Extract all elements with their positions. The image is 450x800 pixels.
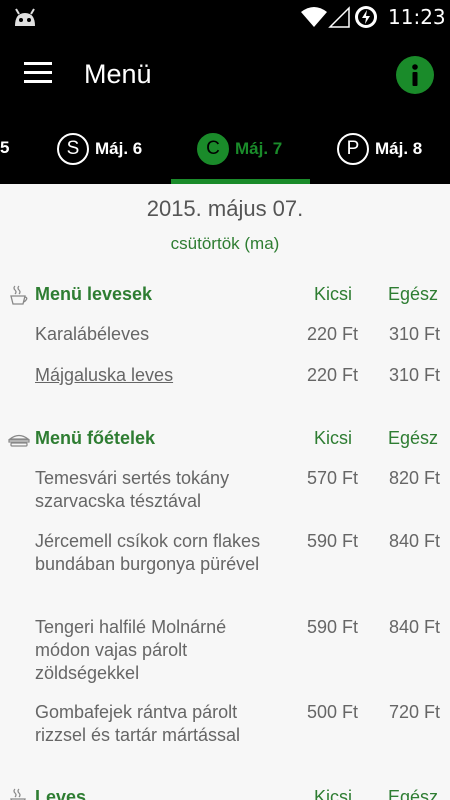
tab-day-letter: C (197, 133, 229, 165)
tab-label: Máj. 8 (375, 139, 423, 158)
battery-icon (355, 6, 377, 28)
item-price-small: 590 Ft (306, 617, 358, 637)
col-small-header: Kicsi (314, 428, 353, 448)
wifi-icon (301, 7, 327, 27)
tab-may-6[interactable]: S Máj. 6 (57, 132, 142, 166)
col-small-header: Kicsi (314, 787, 353, 800)
cup-icon (10, 788, 26, 800)
col-full-header: Egész (388, 428, 439, 448)
item-price-small: 500 Ft (306, 702, 358, 722)
tab-partial-left[interactable]: 5 (0, 138, 9, 158)
tab-day-letter: P (337, 133, 369, 165)
section-header-soups: Menü levesek Kicsi Egész (0, 282, 450, 310)
menu-content[interactable]: 2015. május 07. csütörtök (ma) Menü leve… (0, 184, 450, 800)
cup-icon (10, 285, 28, 305)
col-full-header: Egész (388, 787, 439, 800)
app-toolbar: Menü (0, 34, 450, 118)
col-small-header: Kicsi (314, 284, 353, 304)
plate-icon (8, 434, 30, 447)
day-tabs: 5 S Máj. 6 C Máj. 7 P Máj. 8 (0, 118, 450, 184)
section-header-soup: Leves Kicsi Egész (0, 785, 450, 800)
item-price-full: 840 Ft (388, 531, 440, 551)
item-price-full: 310 Ft (388, 365, 440, 385)
item-name: Temesvári sertés tokány szarvacska tészt… (35, 468, 230, 511)
item-price-small: 570 Ft (306, 468, 358, 488)
item-price-small: 220 Ft (306, 365, 358, 385)
hamburger-icon[interactable] (24, 62, 54, 88)
page-title: Menü (84, 59, 152, 89)
item-name: Tengeri halfilé Molnárné módon vajas pár… (35, 617, 227, 683)
item-name: Gombafejek rántva párolt rizzsel és tart… (35, 702, 241, 745)
status-bar: 11:23 (0, 0, 450, 34)
item-name: Jércemell csíkok corn flakes bundában bu… (35, 531, 261, 574)
tab-may-7[interactable]: C Máj. 7 (197, 132, 282, 166)
item-name-link[interactable]: Májgaluska leves (35, 364, 285, 387)
section-header-mains: Menü főételek Kicsi Egész (0, 426, 450, 454)
item-price-full: 820 Ft (388, 468, 440, 488)
status-time: 11:23 (388, 5, 446, 29)
info-icon[interactable] (396, 56, 434, 94)
item-price-full: 310 Ft (388, 324, 440, 344)
android-icon (15, 8, 35, 26)
item-price-full: 720 Ft (388, 702, 440, 722)
day-label: csütörtök (ma) (170, 234, 280, 253)
tab-day-letter: S (57, 133, 89, 165)
item-price-small: 220 Ft (306, 324, 358, 344)
item-price-full: 840 Ft (388, 617, 440, 637)
item-price-small: 590 Ft (306, 531, 358, 551)
tab-label: Máj. 7 (235, 139, 283, 158)
date-title: 2015. május 07. (146, 196, 304, 221)
item-name: Karalábéleves (35, 324, 150, 344)
tab-may-8[interactable]: P Máj. 8 (337, 132, 422, 166)
section-title: Menü főételek (35, 428, 156, 448)
tab-label: Máj. 6 (95, 139, 143, 158)
col-full-header: Egész (388, 284, 439, 304)
signal-icon (328, 6, 350, 28)
section-title: Leves (35, 787, 87, 800)
section-title: Menü levesek (35, 284, 153, 304)
